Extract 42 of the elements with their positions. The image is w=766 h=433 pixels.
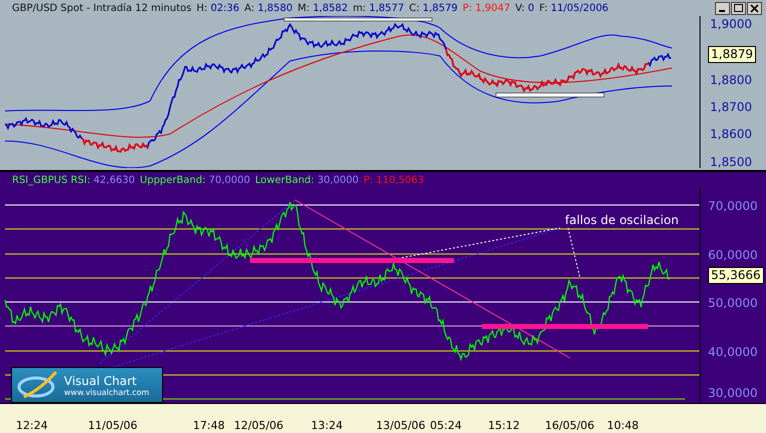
maximize-icon[interactable] (731, 2, 746, 14)
time-label: 05:24 (430, 419, 462, 432)
time-label: 13:24 (311, 419, 343, 432)
axis-label: 50,0000 (708, 296, 758, 310)
minimize-icon[interactable] (715, 2, 730, 14)
time-label: 16/05/06 (545, 419, 594, 432)
ohlc-field: F: 11/05/2006 (539, 2, 608, 14)
axis-label: 1,8800 (710, 73, 752, 87)
ohlc-field: P: 1,9047 (462, 2, 510, 14)
axis-label: 40,0000 (708, 345, 758, 359)
logo-url: www.visualchart.com (64, 388, 150, 396)
ohlc-field: M: 1,8582 (298, 2, 348, 14)
logo-name: Visual Chart (64, 374, 138, 388)
time-label: 12:24 (16, 419, 48, 432)
time-label: 17:48 (193, 419, 225, 432)
axis-label: 1,8500 (710, 155, 752, 168)
time-label: 10:48 (607, 419, 639, 432)
annotation-text: fallos de oscilacion (565, 213, 679, 227)
last-value-tag: 55,3666 (708, 267, 764, 284)
ohlc-field: A: 1,8580 (244, 2, 293, 14)
axis-label: 1,8700 (710, 100, 752, 114)
legend-item: LowerBand: 30,0000 (255, 174, 359, 186)
legend-item: UppperBand: 70,0000 (140, 174, 250, 186)
ohlc-field: m: 1,8577 (352, 2, 404, 14)
legend-item: RSI_GBPUS RSI: 42,6630 (12, 174, 135, 186)
axis-label: 30,0000 (708, 386, 758, 400)
chart-title: GBP/USD Spot - Intradía 12 minutos (12, 2, 192, 14)
ohlc-field: V: 0 (515, 2, 534, 14)
close-icon[interactable] (747, 2, 762, 14)
time-label: 12/05/06 (234, 419, 284, 432)
last-price-tag: 1,8879 (708, 46, 756, 63)
time-label: 11/05/06 (88, 419, 138, 432)
time-label: 13/05/06 (376, 419, 426, 432)
logo-icon (16, 369, 60, 401)
time-label: 15:12 (488, 419, 520, 432)
axis-label: 70,0000 (708, 199, 758, 213)
ohlc-field: H: 02:36 (196, 2, 240, 14)
axis-label: 60,0000 (708, 248, 758, 262)
ohlc-field: C: 1,8579 (409, 2, 458, 14)
axis-label: 1,9000 (710, 17, 752, 31)
axis-label: 1,8600 (710, 127, 752, 141)
legend-item: P: 110,5063 (364, 174, 424, 186)
